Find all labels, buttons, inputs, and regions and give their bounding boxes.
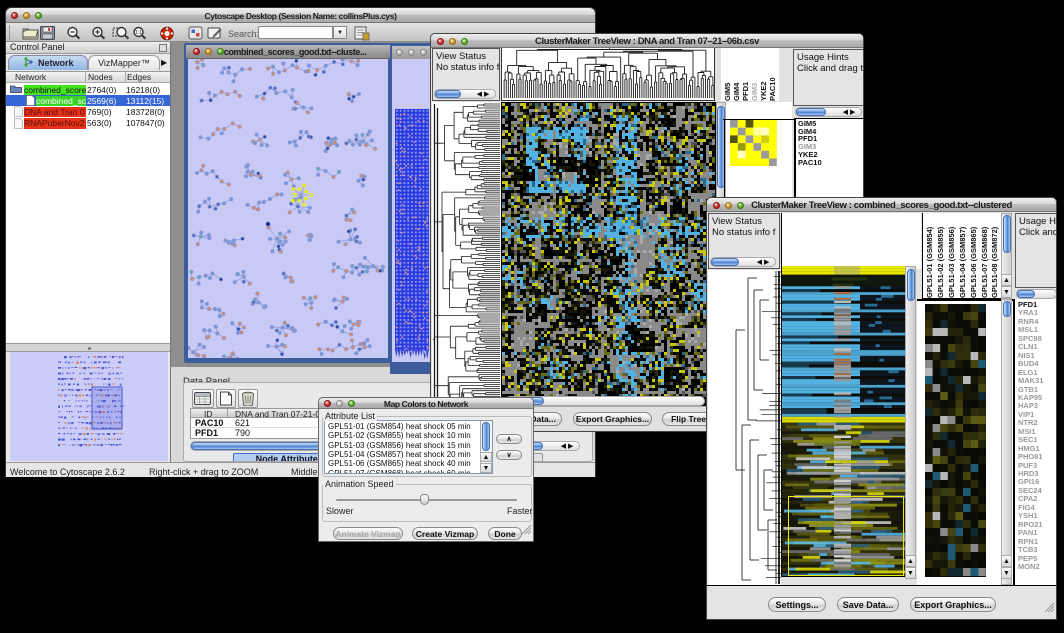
svg-text:1:1: 1:1 — [135, 30, 142, 36]
